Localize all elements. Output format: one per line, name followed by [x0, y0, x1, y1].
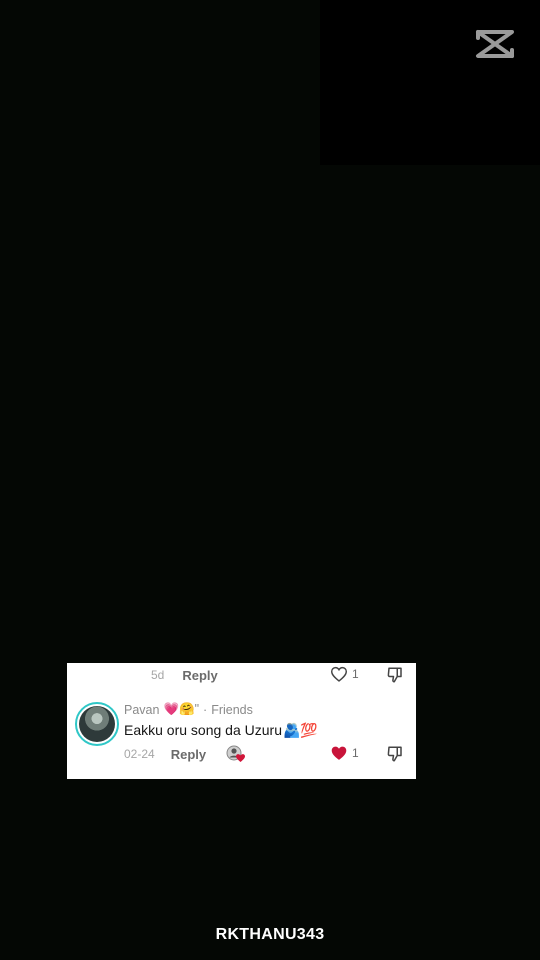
- relation-badge: Friends: [211, 702, 253, 717]
- comment-emojis: 🫂💯: [282, 721, 318, 738]
- comment-card: 5d Reply 1 Pavan 💗🤗" · Friends Eakku oru…: [67, 663, 416, 779]
- comment-time: 02-24: [124, 747, 155, 761]
- heart-icon: [330, 666, 348, 682]
- video-frame: 5d Reply 1 Pavan 💗🤗" · Friends Eakku oru…: [0, 0, 540, 960]
- creator-liked-icon: [226, 745, 246, 762]
- heart-icon: [331, 746, 347, 760]
- creator-username: RKTHANU343: [215, 926, 325, 943]
- previous-reply-button[interactable]: Reply: [182, 668, 217, 683]
- previous-like-button[interactable]: 1: [330, 666, 359, 682]
- dislike-icon[interactable]: [386, 666, 404, 684]
- avatar[interactable]: [75, 702, 119, 746]
- header-separator: ·: [203, 702, 208, 717]
- like-button[interactable]: 1: [330, 745, 359, 761]
- comment-actions: 02-24 Reply: [124, 745, 246, 763]
- like-count: 1: [352, 746, 359, 760]
- avatar-photo: [79, 706, 115, 742]
- previous-comment-actions: 5d Reply: [151, 667, 411, 683]
- comment-username[interactable]: Pavan: [124, 703, 159, 717]
- username-emojis: 💗🤗": [163, 702, 200, 716]
- comment-header: Pavan 💗🤗" · Friends: [124, 701, 253, 718]
- reply-button[interactable]: Reply: [171, 747, 206, 762]
- comment-text: Eakku oru song da Uzuru: [124, 722, 282, 738]
- overlay-dark-region: [320, 0, 540, 165]
- previous-like-count: 1: [352, 667, 359, 681]
- comment-body: Eakku oru song da Uzuru 🫂💯: [124, 720, 318, 740]
- capcut-logo-icon: [476, 30, 514, 58]
- dislike-icon[interactable]: [386, 745, 404, 763]
- previous-comment-time: 5d: [151, 668, 165, 682]
